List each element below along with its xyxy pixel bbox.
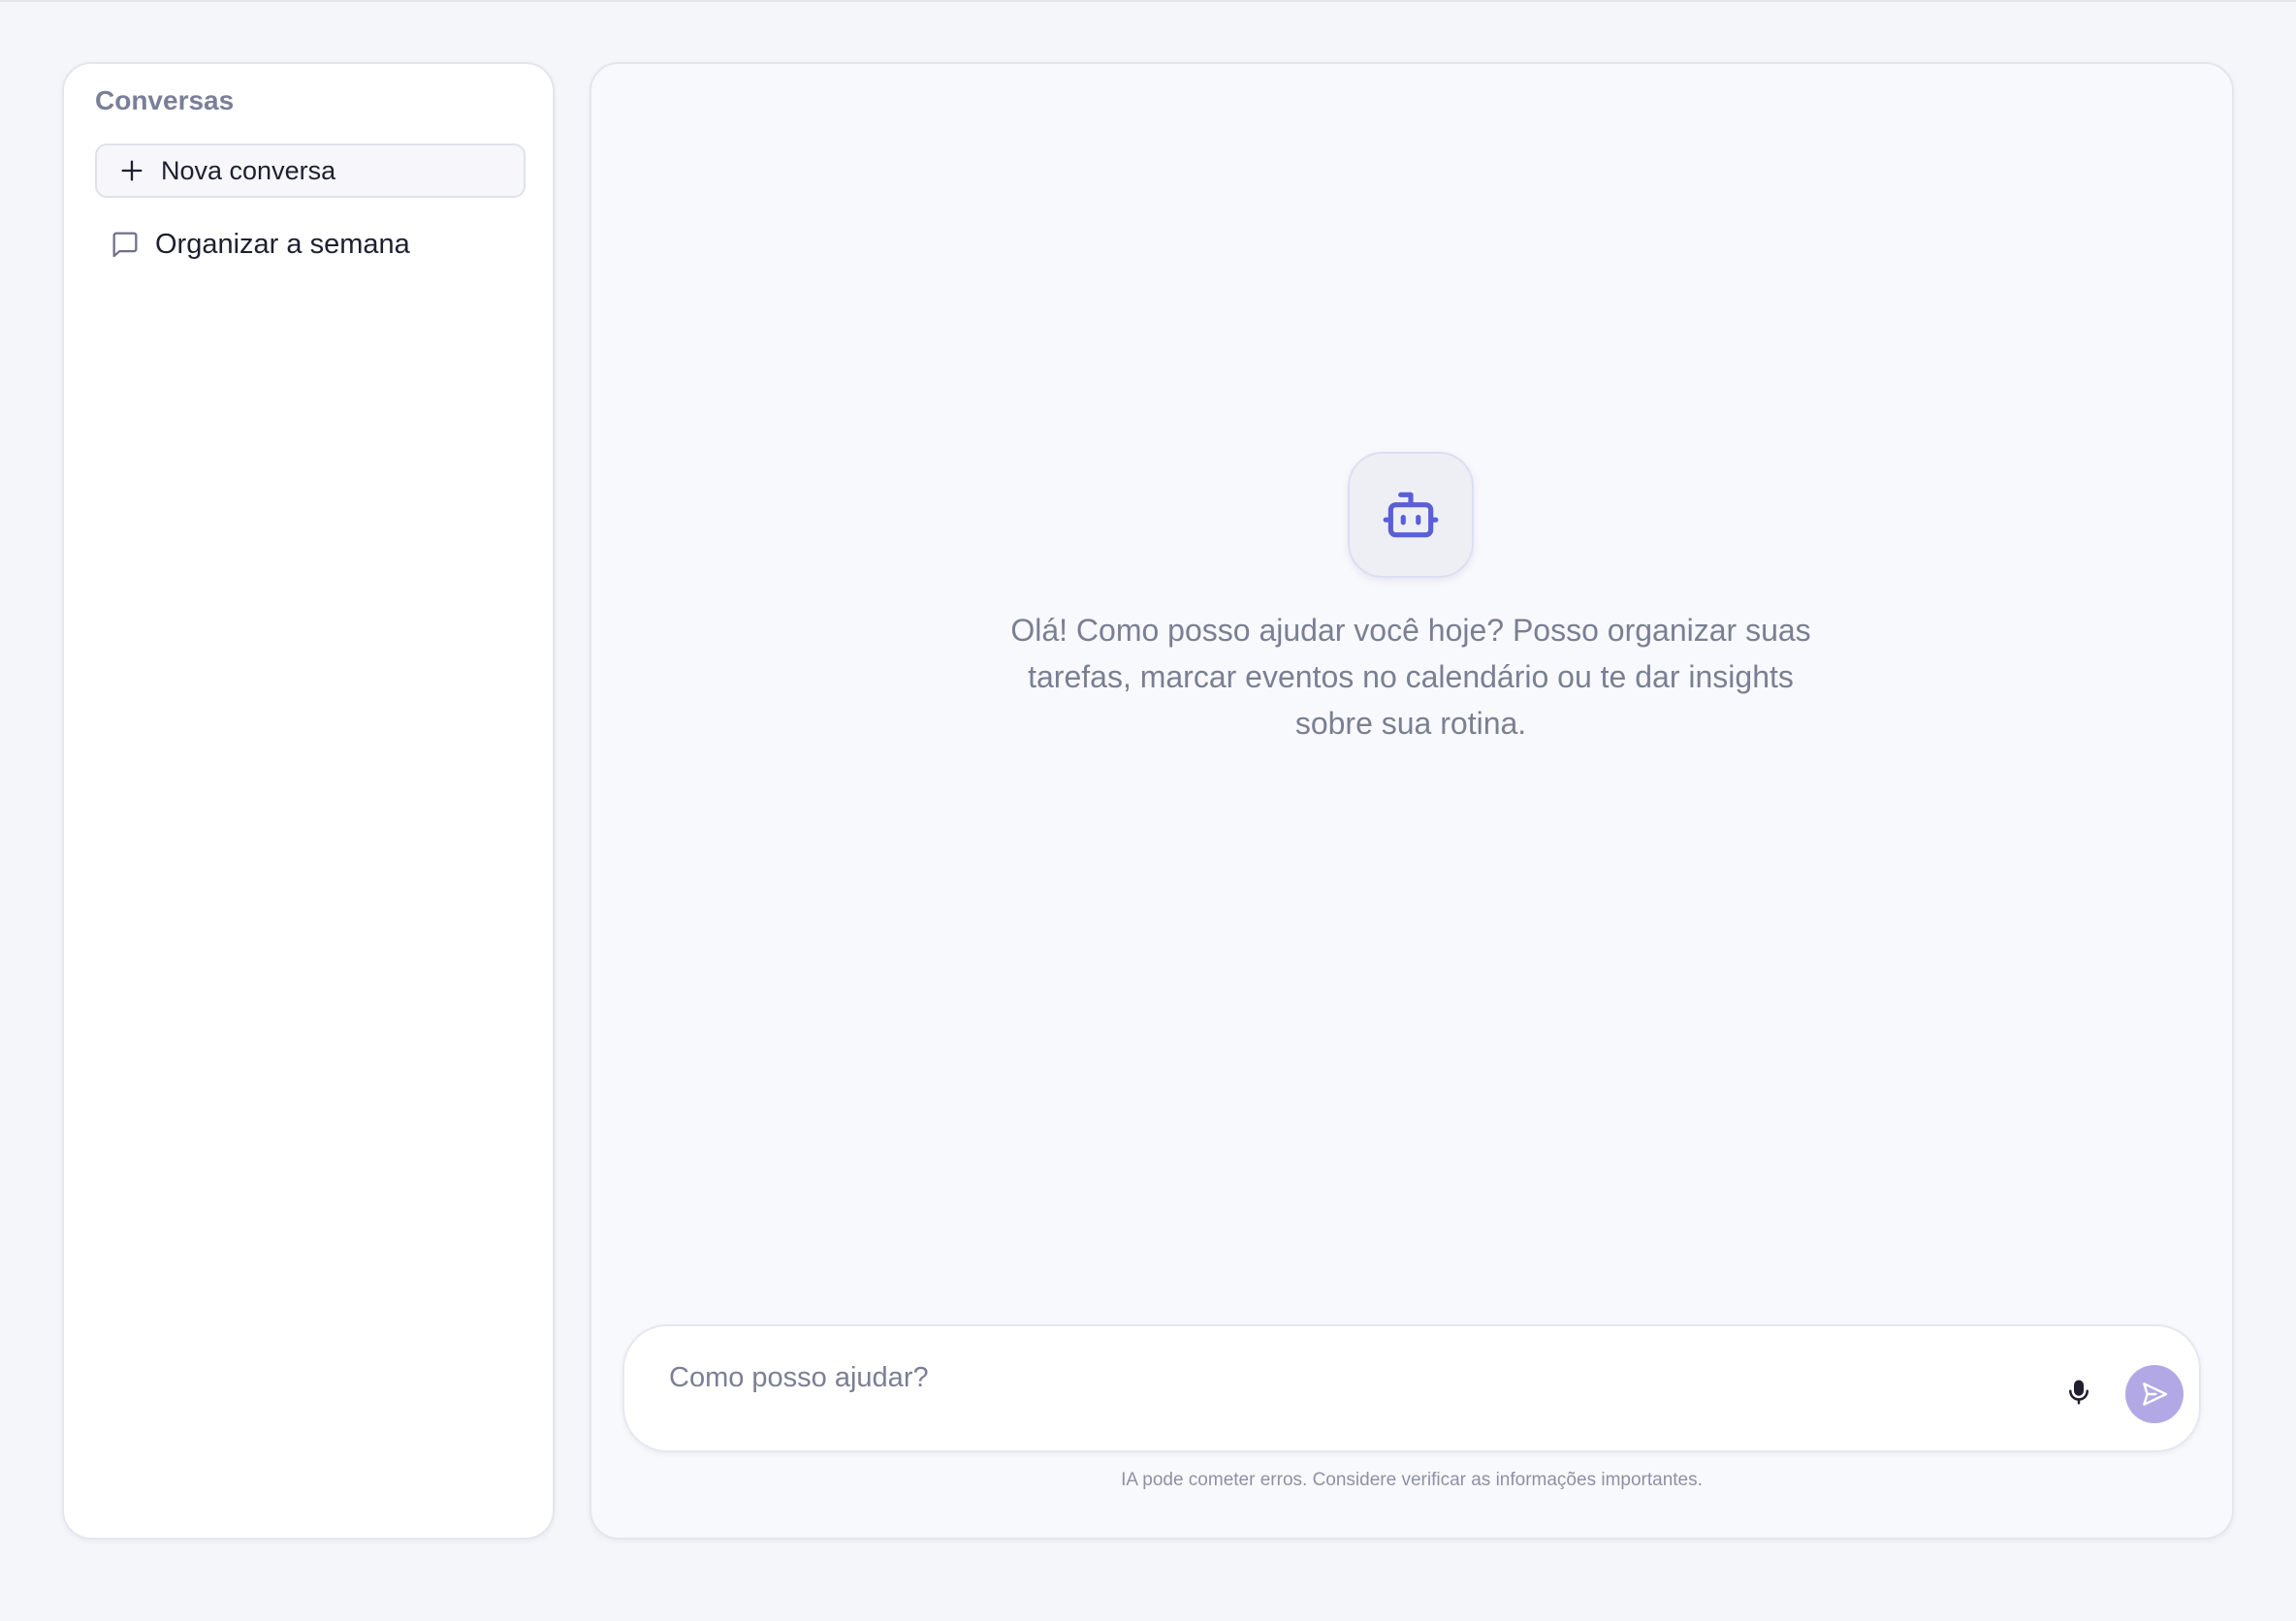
message-composer: [622, 1324, 2201, 1452]
conversation-item[interactable]: Organizar a semana: [95, 217, 526, 271]
chat-panel: Olá! Como posso ajudar você hoje? Posso …: [590, 62, 2234, 1540]
welcome-message: Olá! Como posso ajudar você hoje? Posso …: [1010, 613, 1811, 741]
sidebar-title: Conversas: [95, 85, 235, 115]
new-chat-label: Nova conversa: [161, 155, 336, 185]
send-icon: [2143, 1383, 2168, 1406]
plus-icon: [121, 160, 143, 181]
disclaimer-text: IA pode cometer erros. Considere verific…: [1121, 1470, 1703, 1490]
conversations-sidebar: Conversas Nova conversa Organizar a sema…: [62, 62, 555, 1540]
assistant-avatar: [1348, 452, 1474, 578]
chat-bubble-icon: [112, 232, 138, 258]
new-chat-button[interactable]: Nova conversa: [95, 143, 526, 198]
microphone-icon: [2069, 1380, 2089, 1405]
bot-icon: [1383, 492, 1439, 538]
microphone-button[interactable]: [2059, 1373, 2098, 1412]
conversation-label: Organizar a semana: [155, 228, 410, 260]
top-divider: [0, 0, 2296, 2]
send-button[interactable]: [2125, 1365, 2184, 1423]
message-input[interactable]: [669, 1355, 2026, 1400]
